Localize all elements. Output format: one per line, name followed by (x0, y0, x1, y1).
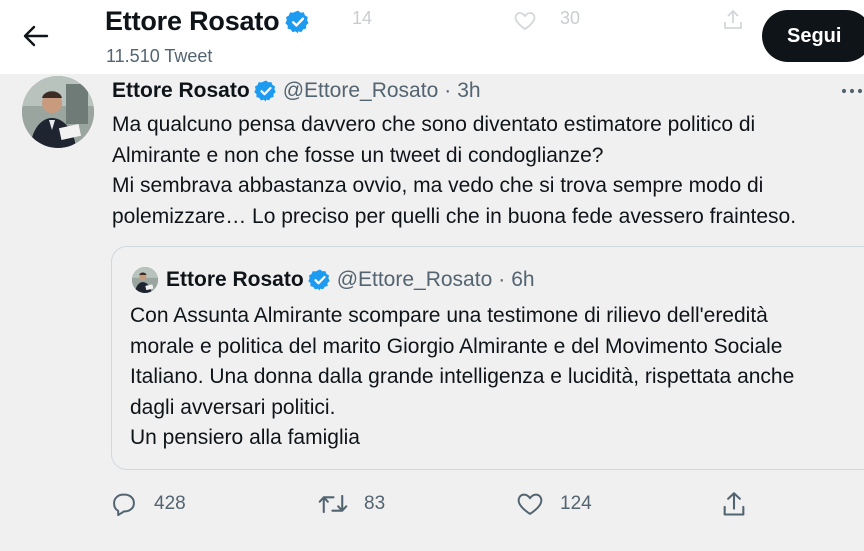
quoted-tweet-text: Con Assunta Almirante scompare una testi… (130, 304, 795, 449)
tweet-text: Ma qualcuno pensa davvero che sono diven… (112, 113, 797, 228)
quoted-author-handle: @Ettore_Rosato (336, 268, 493, 291)
tweet-timestamp[interactable]: 3h (457, 79, 480, 103)
quoted-timestamp: 6h (511, 268, 535, 291)
author-avatar[interactable] (22, 76, 94, 148)
more-options-button[interactable] (840, 84, 864, 102)
header-title: Ettore Rosato (105, 6, 311, 37)
arrow-left-icon (23, 25, 49, 47)
follow-button[interactable]: Segui (762, 10, 864, 62)
quoted-author-name: Ettore Rosato (166, 268, 304, 291)
quoted-author-line: Ettore Rosato @Ettore_Rosato · 6h (166, 268, 535, 292)
heart-icon (517, 493, 543, 515)
author-handle[interactable]: @Ettore_Rosato (283, 79, 439, 103)
author-name[interactable]: Ettore Rosato (112, 79, 250, 103)
verified-badge-icon (307, 268, 332, 292)
more-horizontal-icon (841, 88, 863, 94)
tweet-action-bar: 428 83 124 (0, 484, 864, 524)
tweet-page: 14 30 Ettore Rosato 11.510 Tweet Segui E… (0, 0, 864, 551)
faded-reply-count: 14 (352, 8, 373, 28)
like-button[interactable]: 124 (516, 484, 592, 524)
tweet-author-line: Ettore Rosato @Ettore_Rosato · 3h (112, 79, 481, 103)
tweet-count: 11.510 Tweet (106, 46, 213, 66)
profile-header: 14 30 Ettore Rosato 11.510 Tweet Segui (0, 0, 864, 74)
back-button[interactable] (18, 18, 54, 54)
retweet-icon (318, 494, 348, 514)
verified-badge-icon (285, 10, 309, 33)
share-button[interactable] (720, 484, 748, 524)
reply-count: 428 (154, 493, 186, 514)
retweet-count: 83 (364, 493, 386, 514)
verified-badge-icon (253, 79, 278, 103)
quoted-author-avatar (132, 267, 158, 293)
like-count: 124 (560, 493, 592, 514)
faded-like-count: 30 (560, 8, 581, 28)
header-profile-name: Ettore Rosato (105, 6, 280, 36)
retweet-button[interactable]: 83 (318, 484, 385, 524)
meta-separator: · (444, 79, 452, 102)
meta-separator: · (498, 268, 506, 291)
faded-heart-icon (512, 8, 538, 37)
reply-button[interactable]: 428 (110, 484, 186, 524)
reply-icon (113, 493, 135, 517)
faded-share-icon (720, 8, 746, 37)
share-icon (723, 492, 745, 516)
